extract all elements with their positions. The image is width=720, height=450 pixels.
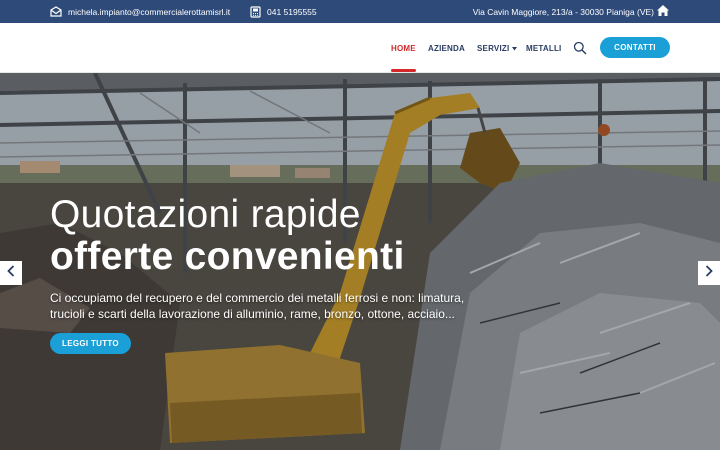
contatti-label: CONTATTI xyxy=(614,43,656,52)
chevron-left-icon xyxy=(7,264,15,282)
nav-home[interactable]: HOME xyxy=(391,23,416,73)
logo[interactable] xyxy=(50,31,190,65)
read-more-label: LEGGI TUTTO xyxy=(62,339,119,348)
hero-title-line2: offerte convenienti xyxy=(50,235,405,278)
nav-servizi-label: SERVIZI xyxy=(477,43,510,53)
nav-azienda[interactable]: AZIENDA xyxy=(428,23,465,73)
active-indicator xyxy=(391,69,416,72)
nav-metalli-label: METALLI xyxy=(526,43,562,53)
read-more-button[interactable]: LEGGI TUTTO xyxy=(50,333,131,354)
phone-icon xyxy=(250,5,261,18)
hero-slider: Quotazioni rapide offerte convenienti Ci… xyxy=(0,73,720,450)
envelope-icon xyxy=(50,6,62,17)
address-text: Via Cavin Maggiore, 213/a - 30030 Pianig… xyxy=(472,6,654,17)
top-info-bar: michela.impianto@commercialerottamisrl.i… xyxy=(0,0,720,23)
nav-azienda-label: AZIENDA xyxy=(428,43,465,53)
nav-metalli[interactable]: METALLI xyxy=(526,23,561,73)
hero-title-line1: Quotazioni rapide xyxy=(50,193,361,236)
address-info: Via Cavin Maggiore, 213/a - 30030 Pianig… xyxy=(473,0,654,23)
contatti-button[interactable]: CONTATTI xyxy=(600,37,670,58)
chevron-right-icon xyxy=(705,264,713,282)
phone-contact[interactable]: 041 5195555 xyxy=(250,0,317,23)
email-contact[interactable]: michela.impianto@commercialerottamisrl.i… xyxy=(50,0,230,23)
chevron-down-icon xyxy=(512,44,518,53)
nav-servizi[interactable]: SERVIZI xyxy=(477,23,518,73)
slider-prev-button[interactable] xyxy=(0,261,22,285)
slider-next-button[interactable] xyxy=(698,261,720,285)
search-icon[interactable] xyxy=(573,41,587,55)
home-icon[interactable] xyxy=(656,4,670,17)
nav-home-label: HOME xyxy=(391,43,416,53)
email-text: michela.impianto@commercialerottamisrl.i… xyxy=(68,6,231,17)
phone-text: 041 5195555 xyxy=(267,6,317,17)
hero-description: Ci occupiamo del recupero e del commerci… xyxy=(50,291,465,321)
